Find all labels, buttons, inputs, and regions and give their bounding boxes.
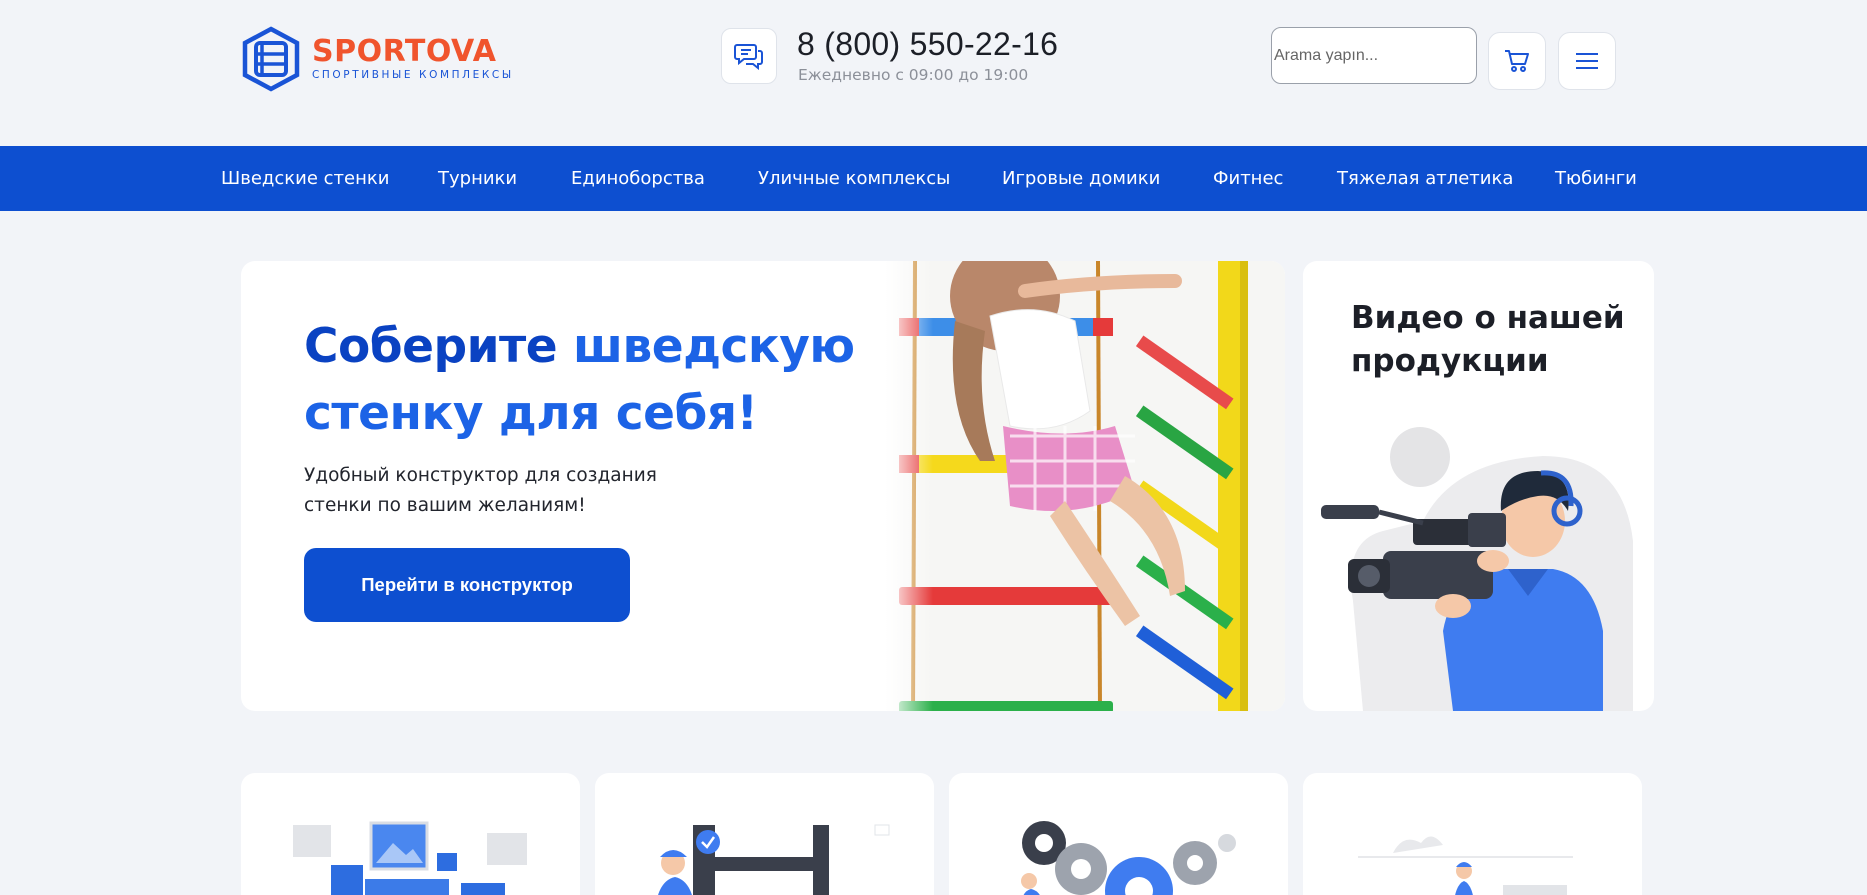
- photo-gallery-illustration: [293, 821, 527, 895]
- hero-description: Удобный конструктор для создания стенки …: [304, 465, 657, 516]
- feature-card-gallery[interactable]: [241, 773, 580, 895]
- feature-card-mechanics[interactable]: [949, 773, 1288, 895]
- hero-title: Соберите шведскую стенку для себя!: [304, 313, 924, 447]
- hamburger-menu-icon: [1576, 53, 1598, 69]
- hero-photo-girl-climbing-wall: [885, 261, 1285, 711]
- menu-button[interactable]: [1558, 32, 1616, 90]
- hero-banner: Соберите шведскую стенку для себя! Удобн…: [241, 261, 1285, 711]
- nav-item-street-complexes[interactable]: Уличные комплексы: [758, 146, 950, 211]
- worker-building-illustration: [658, 824, 890, 895]
- videographer-illustration: [1321, 427, 1633, 711]
- search-input[interactable]: [1271, 27, 1477, 84]
- delivery-illustration: [1358, 836, 1573, 895]
- hero-title-part1: Соберите: [304, 319, 574, 374]
- working-hours: Ежедневно с 09:00 до 19:00: [798, 66, 1029, 84]
- nav-item-playhouses[interactable]: Игровые домики: [1002, 146, 1160, 211]
- constructor-button[interactable]: Перейти в конструктор: [304, 548, 630, 622]
- video-card[interactable]: Видео о нашей продукции: [1303, 261, 1654, 711]
- phone-number[interactable]: 8 (800) 550-22-16: [797, 26, 1058, 63]
- shopping-cart-icon: [1505, 50, 1529, 72]
- gears-illustration: [1021, 821, 1236, 895]
- chat-bubbles-icon: [734, 44, 763, 70]
- logo-mark-icon: [242, 26, 300, 92]
- nav-item-fitness[interactable]: Фитнес: [1213, 146, 1283, 211]
- nav-item-pullup-bars[interactable]: Турники: [438, 146, 517, 211]
- video-card-title: Видео о нашей продукции: [1351, 300, 1625, 379]
- chat-button[interactable]: [721, 28, 777, 84]
- nav-item-swedish-walls[interactable]: Шведские стенки: [221, 146, 389, 211]
- category-nav: Шведские стенки Турники Единоборства Ули…: [0, 146, 1867, 211]
- nav-item-martial-arts[interactable]: Единоборства: [571, 146, 705, 211]
- feature-card-construction[interactable]: [595, 773, 934, 895]
- logo-name: SPORTOVA: [312, 34, 497, 69]
- nav-item-weightlifting[interactable]: Тяжелая атлетика: [1337, 146, 1513, 211]
- logo[interactable]: SPORTOVA СПОРТИВНЫЕ КОМПЛЕКСЫ: [240, 26, 514, 92]
- site-header: SPORTOVA СПОРТИВНЫЕ КОМПЛЕКСЫ 8 (800) 55…: [0, 0, 1867, 146]
- logo-tagline: СПОРТИВНЫЕ КОМПЛЕКСЫ: [312, 69, 514, 81]
- feature-card-delivery[interactable]: [1303, 773, 1642, 895]
- nav-item-tubing[interactable]: Тюбинги: [1555, 146, 1637, 211]
- cart-button[interactable]: [1488, 32, 1546, 90]
